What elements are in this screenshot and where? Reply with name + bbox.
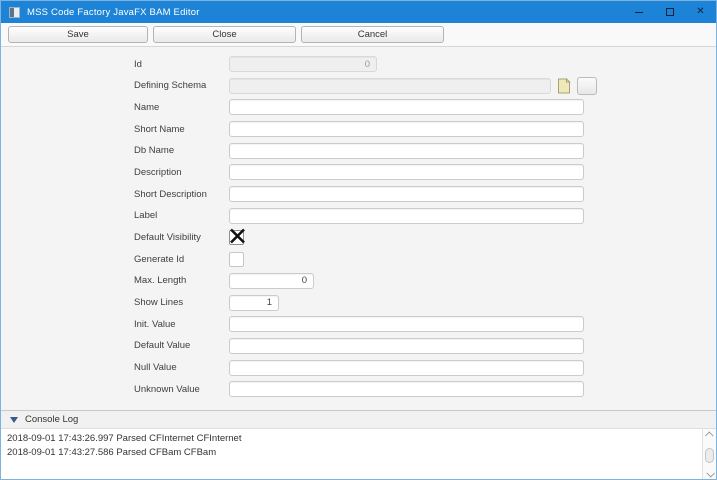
form-row-defining-schema: Defining Schema [1, 78, 716, 94]
toolbar: Save Close Cancel [1, 23, 716, 47]
show-lines-field[interactable] [229, 295, 279, 311]
defining-schema-pick-button[interactable] [554, 77, 574, 95]
id-field [229, 56, 377, 72]
default-visibility-label: Default Visibility [134, 232, 229, 243]
null-value-label: Null Value [134, 362, 229, 373]
close-button[interactable]: ✕ [685, 1, 716, 23]
generate-id-checkbox[interactable] [229, 252, 244, 267]
form-row-name: Name [1, 99, 716, 115]
minimize-icon [635, 12, 643, 13]
form-row-default-value: Default Value [1, 338, 716, 354]
document-icon [557, 78, 571, 94]
window-controls: ✕ [623, 1, 716, 23]
app-window: MSS Code Factory JavaFX BAM Editor ✕ Sav… [0, 0, 717, 480]
scroll-down-button[interactable] [703, 468, 716, 479]
defining-schema-clear-button[interactable] [577, 77, 597, 95]
console-log-lines: 2018-09-01 17:43:26.489 Parsed schema de… [1, 429, 701, 479]
form-row-short-description: Short Description [1, 186, 716, 202]
init-value-field[interactable] [229, 316, 584, 332]
form-row-label: Label [1, 208, 716, 224]
titlebar: MSS Code Factory JavaFX BAM Editor ✕ [1, 1, 716, 23]
scroll-up-button[interactable] [703, 429, 716, 440]
default-value-label: Default Value [134, 340, 229, 351]
chevron-down-icon [706, 469, 714, 477]
attribute-form: Id Defining Schema Name Short Name Db Name De… [1, 47, 716, 410]
max-length-field[interactable] [229, 273, 314, 289]
form-row-id: Id [1, 56, 716, 72]
form-row-null-value: Null Value [1, 360, 716, 376]
label-field[interactable] [229, 208, 584, 224]
db-name-label: Db Name [134, 145, 229, 156]
defining-schema-label: Defining Schema [134, 80, 229, 91]
null-value-field[interactable] [229, 360, 584, 376]
unknown-value-label: Unknown Value [134, 384, 229, 395]
defining-schema-field[interactable] [229, 78, 551, 94]
id-label: Id [134, 59, 229, 70]
form-row-default-visibility: Default Visibility [1, 230, 716, 246]
short-description-field[interactable] [229, 186, 584, 202]
form-row-db-name: Db Name [1, 143, 716, 159]
short-description-label: Short Description [134, 189, 229, 200]
label-label: Label [134, 210, 229, 221]
generate-id-label: Generate Id [134, 254, 229, 265]
console-log-header[interactable]: Console Log [1, 410, 716, 429]
console-log-title: Console Log [25, 414, 78, 425]
description-field[interactable] [229, 164, 584, 180]
short-name-label: Short Name [134, 124, 229, 135]
db-name-field[interactable] [229, 143, 584, 159]
max-length-label: Max. Length [134, 275, 229, 286]
console-log-panel: Console Log 2018-09-01 17:43:26.489 Pars… [1, 410, 716, 479]
form-row-init-value: Init. Value [1, 316, 716, 332]
console-scrollbar[interactable] [702, 429, 716, 479]
console-log-line: 2018-09-01 17:43:26.997 Parsed CFInterne… [7, 432, 701, 446]
form-row-short-name: Short Name [1, 121, 716, 137]
init-value-label: Init. Value [134, 319, 229, 330]
minimize-button[interactable] [623, 1, 654, 23]
name-label: Name [134, 102, 229, 113]
console-log-body[interactable]: 2018-09-01 17:43:26.489 Parsed schema de… [1, 429, 716, 479]
unknown-value-field[interactable] [229, 381, 584, 397]
scroll-thumb[interactable] [705, 448, 714, 463]
x-check-icon [228, 227, 247, 246]
maximize-button[interactable] [654, 1, 685, 23]
chevron-up-icon [705, 431, 713, 439]
short-name-field[interactable] [229, 121, 584, 137]
form-row-unknown-value: Unknown Value [1, 381, 716, 397]
cancel-button[interactable]: Cancel [301, 26, 444, 43]
default-value-field[interactable] [229, 338, 584, 354]
window-title: MSS Code Factory JavaFX BAM Editor [27, 7, 200, 18]
form-row-generate-id: Generate Id [1, 251, 716, 267]
console-log-line: 2018-09-01 17:43:27.586 Parsed CFBam CFB… [7, 446, 701, 460]
save-button[interactable]: Save [8, 26, 148, 43]
toolbar-close-button[interactable]: Close [153, 26, 296, 43]
description-label: Description [134, 167, 229, 178]
default-visibility-checkbox[interactable] [229, 230, 244, 245]
form-row-show-lines: Show Lines [1, 295, 716, 311]
maximize-icon [666, 8, 674, 16]
name-field[interactable] [229, 99, 584, 115]
show-lines-label: Show Lines [134, 297, 229, 308]
collapse-triangle-icon [10, 417, 18, 423]
app-icon [9, 7, 20, 18]
form-row-max-length: Max. Length [1, 273, 716, 289]
form-row-description: Description [1, 164, 716, 180]
